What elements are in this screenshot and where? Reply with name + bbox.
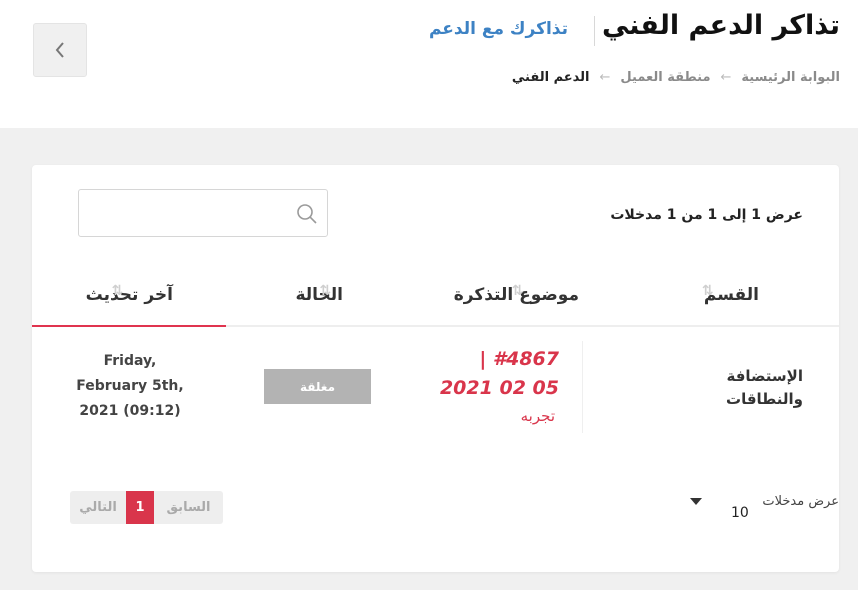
ticket-section-line: الإستضافة (726, 367, 803, 385)
ticket-section: الإستضافة والنطاقات (683, 365, 803, 411)
pagination-prev-button[interactable]: السابق (154, 491, 223, 524)
sort-icon: ⇅ (701, 283, 714, 299)
breadcrumb-separator: ← (599, 70, 611, 85)
breadcrumb-separator: ← (720, 70, 732, 85)
status-badge: مغلقة (264, 369, 371, 404)
entries-per-page-select[interactable]: 10 (689, 492, 749, 528)
last-update-line: Friday, (103, 353, 157, 369)
ticket-id: #4867 | (479, 348, 559, 370)
title-divider (594, 16, 595, 46)
search-icon (297, 204, 317, 224)
column-header-status[interactable]: الحالة ⇅ (295, 283, 343, 305)
table-header: القسم ⇅ موضوع التذكرة ⇅ الحالة ⇅ آخر تحد… (32, 265, 839, 327)
ticket-subject-link[interactable]: #4867 | 05 02 2021 تجربه (399, 345, 559, 429)
page-title: تذاكر الدعم الفني (601, 10, 840, 41)
breadcrumb-client-area[interactable]: منطقة العميل (620, 70, 710, 85)
last-update: Friday, February 5th, 2021 (09:12) (62, 349, 198, 424)
last-update-line: 2021 (09:12) (79, 403, 181, 419)
column-header-last-update[interactable]: آخر تحديث ⇅ (85, 283, 173, 305)
chevron-left-icon (55, 42, 64, 58)
pagination-next-button[interactable]: التالي (70, 491, 126, 524)
page-header: تذاكر الدعم الفني تذاكرك مع الدعم البواب… (0, 0, 858, 128)
sort-icon: ⇅ (111, 283, 124, 299)
entries-per-page: عرض مدخلات 10 (689, 492, 839, 532)
pagination-page-1[interactable]: 1 (126, 491, 154, 524)
breadcrumb: البوابة الرئيسية ← منطقة العميل ← الدعم … (512, 70, 840, 85)
active-sort-indicator (32, 325, 226, 327)
sort-icon: ⇅ (511, 283, 524, 299)
ticket-date: 05 02 2021 (439, 377, 559, 399)
search-input[interactable] (79, 190, 327, 236)
entries-per-page-value: 10 (731, 505, 749, 521)
caret-down-icon (690, 498, 702, 505)
sort-icon: ⇅ (319, 283, 332, 299)
ticket-section-line: والنطاقات (726, 390, 803, 408)
tickets-card: عرض 1 إلى 1 من 1 مدخلات القسم ⇅ موضوع ال… (32, 165, 839, 572)
my-tickets-link[interactable]: تذاكرك مع الدعم (429, 19, 568, 39)
back-button[interactable] (33, 23, 87, 77)
cell-divider (582, 341, 583, 433)
breadcrumb-current: الدعم الفني (511, 70, 590, 85)
search-box (78, 189, 328, 237)
table-row[interactable]: الإستضافة والنطاقات #4867 | 05 02 2021 ت… (32, 337, 839, 437)
ticket-title: تجربه (520, 407, 555, 425)
column-header-section[interactable]: القسم ⇅ (701, 283, 759, 305)
showing-info: عرض 1 إلى 1 من 1 مدخلات (610, 207, 803, 223)
breadcrumb-home[interactable]: البوابة الرئيسية (741, 70, 840, 85)
column-header-subject[interactable]: موضوع التذكرة ⇅ (454, 283, 579, 305)
column-header-label: آخر تحديث (85, 285, 173, 305)
pagination: التالي 1 السابق (70, 491, 223, 524)
last-update-line: February 5th, (76, 378, 184, 394)
entries-per-page-label: عرض مدخلات (762, 494, 839, 509)
